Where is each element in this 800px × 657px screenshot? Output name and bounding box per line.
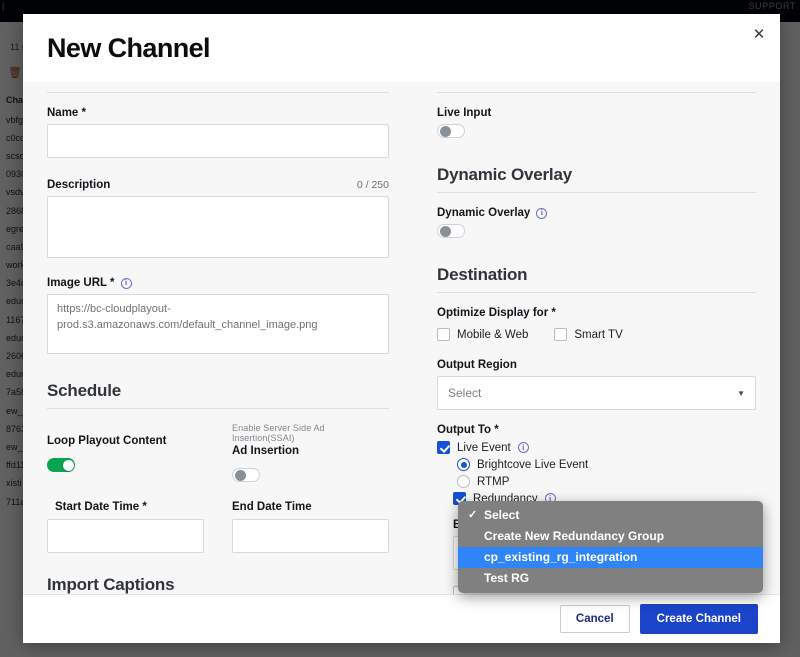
- live-input-label: Live Input: [437, 107, 756, 119]
- cancel-button[interactable]: Cancel: [560, 605, 630, 633]
- radio-brightcove-live-event[interactable]: Brightcove Live Event: [457, 458, 756, 471]
- description-input[interactable]: [47, 196, 389, 258]
- checkbox-label: Mobile & Web: [457, 329, 528, 341]
- destination-section-title: Destination: [437, 265, 756, 285]
- output-region-select[interactable]: Select ▼: [437, 376, 756, 410]
- dropdown-menu-item[interactable]: Select: [458, 505, 763, 526]
- dynamic-overlay-label-row: Dynamic Overlay i: [437, 207, 756, 219]
- destination-divider: [437, 292, 756, 293]
- checkbox-live-event[interactable]: Live Event i: [437, 441, 756, 454]
- date-fields-row: Start Date Time * End Date Time: [47, 501, 389, 553]
- end-date-label: End Date Time: [232, 501, 389, 513]
- radio-label: RTMP: [477, 476, 509, 488]
- radio-button[interactable]: [457, 475, 470, 488]
- checkbox-mobile-web[interactable]: Mobile & Web: [437, 328, 528, 341]
- schedule-toggles-row: Loop Playout Content Enable Server Side …: [47, 423, 389, 487]
- end-date-group: End Date Time: [232, 501, 389, 553]
- new-channel-modal: New Channel ✕ Name * Description 0 / 250…: [23, 14, 780, 643]
- loop-playout-label: Loop Playout Content: [47, 435, 204, 447]
- live-input-toggle[interactable]: [437, 124, 465, 138]
- schedule-divider: [47, 408, 389, 409]
- start-date-input[interactable]: [47, 519, 204, 553]
- image-url-label: Image URL *: [47, 277, 115, 289]
- name-label: Name *: [47, 107, 389, 119]
- optimize-display-label: Optimize Display for *: [437, 307, 756, 319]
- info-icon[interactable]: i: [536, 208, 547, 219]
- description-counter: 0 / 250: [357, 179, 389, 191]
- chevron-down-icon: ▼: [737, 389, 745, 398]
- loop-playout-toggle[interactable]: [47, 458, 75, 472]
- loop-playout-group: Loop Playout Content: [47, 423, 204, 487]
- ad-insertion-label: Ad Insertion: [232, 445, 389, 457]
- ad-insertion-group: Enable Server Side Ad Insertion(SSAI) Ad…: [232, 423, 389, 487]
- dropdown-menu-item[interactable]: Test RG: [458, 568, 763, 589]
- description-label: Description: [47, 179, 110, 191]
- radio-button[interactable]: [457, 458, 470, 471]
- dynamic-overlay-label: Dynamic Overlay: [437, 207, 530, 219]
- info-icon[interactable]: i: [121, 278, 132, 289]
- radio-label: Brightcove Live Event: [477, 459, 588, 471]
- modal-footer: Cancel Create Channel: [23, 594, 780, 643]
- dropdown-menu-item[interactable]: Create New Redundancy Group: [458, 526, 763, 547]
- modal-header: New Channel ✕: [23, 14, 780, 82]
- dynamic-overlay-divider: [437, 192, 756, 193]
- checkbox-box[interactable]: [437, 441, 450, 454]
- output-region-label: Output Region: [437, 359, 756, 371]
- page-title: New Channel: [47, 34, 756, 62]
- start-date-label: Start Date Time *: [47, 501, 204, 513]
- right-top-divider: [437, 92, 756, 93]
- info-icon[interactable]: i: [518, 442, 529, 453]
- close-icon[interactable]: ✕: [748, 24, 770, 46]
- name-input[interactable]: [47, 124, 389, 158]
- toggle-knob: [440, 126, 451, 137]
- output-region-value: Select: [448, 386, 481, 400]
- image-url-input[interactable]: [47, 294, 389, 354]
- checkbox-smart-tv[interactable]: Smart TV: [554, 328, 622, 341]
- redundant-group-dropdown-menu[interactable]: SelectCreate New Redundancy Groupcp_exis…: [458, 501, 763, 593]
- radio-rtmp[interactable]: RTMP: [457, 475, 756, 488]
- start-date-group: Start Date Time *: [47, 501, 204, 553]
- dropdown-menu-item[interactable]: cp_existing_rg_integration: [458, 547, 763, 568]
- checkbox-label: Live Event: [457, 442, 511, 454]
- schedule-section-title: Schedule: [47, 381, 389, 401]
- optimize-display-options: Mobile & Web Smart TV: [437, 324, 756, 345]
- toggle-knob: [63, 460, 74, 471]
- dynamic-overlay-section-title: Dynamic Overlay: [437, 165, 756, 185]
- output-to-label: Output To *: [437, 424, 756, 436]
- import-captions-section-title: Import Captions: [47, 575, 389, 594]
- end-date-input[interactable]: [232, 519, 389, 553]
- create-channel-button[interactable]: Create Channel: [640, 604, 758, 634]
- checkbox-box[interactable]: [554, 328, 567, 341]
- ad-insertion-toggle[interactable]: [232, 468, 260, 482]
- image-url-label-row: Image URL * i: [47, 277, 389, 289]
- left-top-divider: [47, 92, 389, 93]
- checkbox-label: Smart TV: [574, 329, 622, 341]
- ad-insertion-hint: Enable Server Side Ad Insertion(SSAI): [232, 423, 389, 443]
- toggle-knob: [440, 226, 451, 237]
- left-column: Name * Description 0 / 250 Image URL * i…: [23, 82, 413, 594]
- dynamic-overlay-toggle[interactable]: [437, 224, 465, 238]
- checkbox-box[interactable]: [437, 328, 450, 341]
- toggle-knob: [235, 470, 246, 481]
- description-label-row: Description 0 / 250: [47, 179, 389, 191]
- loop-playout-hint: [47, 423, 204, 433]
